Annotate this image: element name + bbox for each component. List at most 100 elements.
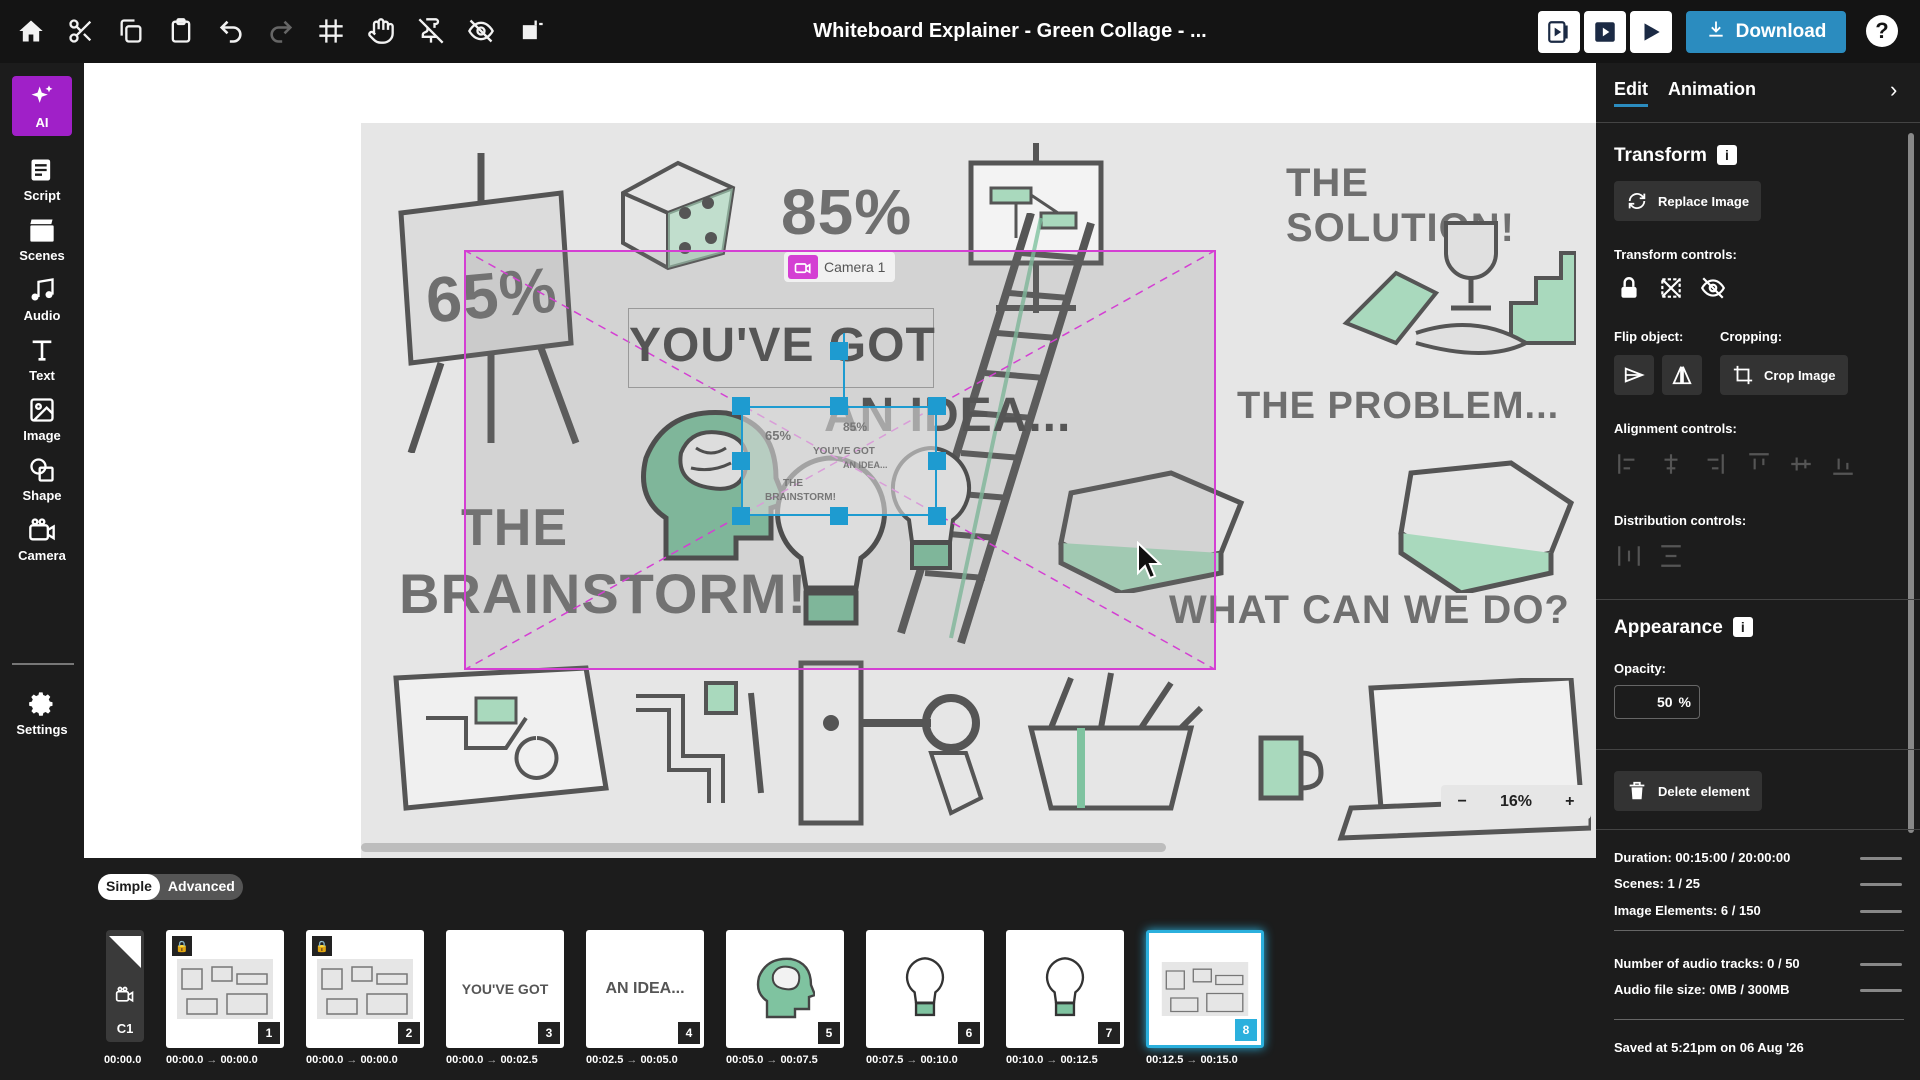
rotate-handle[interactable] [830,342,848,360]
sidebar-item-camera[interactable]: Camera [12,509,72,569]
sidebar-item-settings[interactable]: Settings [12,683,72,743]
download-label: Download [1735,21,1827,42]
trash-icon [1629,781,1645,800]
timeline-element-4[interactable]: AN IDEA... 4 [586,930,704,1048]
align-middle-vertical-icon[interactable] [1786,449,1816,479]
unpin-icon[interactable] [414,14,448,48]
resize-handle-mr[interactable] [928,452,946,470]
panel-separator [1596,599,1920,600]
document-title[interactable]: Whiteboard Explainer - Green Collage - .… [760,20,1260,43]
scissors-icon[interactable] [64,14,98,48]
crop-image-label: Crop Image [1764,367,1836,383]
sidebar-item-script[interactable]: Script [12,149,72,209]
eye-off-icon[interactable] [464,14,498,48]
timeline-element-2[interactable]: 🔒 2 [306,930,424,1048]
preview-scene-button[interactable] [1538,11,1580,53]
panel-separator [1596,829,1920,830]
tab-edit[interactable]: Edit [1614,79,1648,107]
zoom-out-button[interactable]: − [1458,793,1467,811]
camera-label[interactable]: Camera 1 [784,252,896,282]
replace-image-button[interactable]: Replace Image [1614,181,1762,221]
info-icon[interactable]: i [1716,145,1737,165]
mode-simple[interactable]: Simple [98,874,160,900]
timeline-element-3[interactable]: YOU'VE GOT 3 [446,930,564,1048]
flip-horizontal-button[interactable] [1614,355,1654,395]
home-icon[interactable] [14,14,48,48]
play-button[interactable] [1630,11,1672,53]
canvas-area[interactable]: 65% 85% THE SOLUTION! THE PROBLEM... THE… [84,63,1596,858]
resize-handle-ml[interactable] [732,452,750,470]
thumb-scene-preview [177,959,273,1019]
sidebar-item-label: Audio [23,307,61,323]
timeline-element-8[interactable]: 8 [1146,930,1264,1048]
sidebar-item-image[interactable]: Image [12,389,72,449]
sidebar-item-text[interactable]: Text [12,329,72,389]
crop-image-button[interactable]: Crop Image [1720,355,1848,395]
resize-handle-tm[interactable] [830,397,848,415]
resize-handle-bm[interactable] [830,507,848,525]
timeline-element-7[interactable]: 7 [1006,930,1124,1048]
mode-advanced[interactable]: Advanced [160,874,243,900]
flip-vertical-button[interactable] [1662,355,1702,395]
stat-bar [1860,883,1902,886]
delete-element-button[interactable]: Delete element [1614,771,1762,811]
selected-image-thumbnail: 65% 85% YOU'VE GOT AN IDEA... THE BRAINS… [743,408,935,514]
sidebar-item-ai[interactable]: AI [12,76,72,136]
sidebar-item-shape[interactable]: Shape [12,449,72,509]
align-left-icon[interactable] [1614,449,1644,479]
canvas-horizontal-scrollbar[interactable] [361,843,1166,852]
download-button[interactable]: Download [1686,11,1846,53]
zoom-in-button[interactable]: + [1565,793,1574,811]
opacity-input[interactable]: 50 % [1614,685,1700,719]
align-top-icon[interactable] [1744,449,1774,479]
camera-timeline-item[interactable]: C1 [106,930,144,1042]
info-icon[interactable]: i [1732,617,1753,637]
tab-animation[interactable]: Animation [1668,79,1756,104]
align-bottom-icon[interactable] [1828,449,1858,479]
camera-thumb-label: C1 [116,1021,134,1036]
distribute-vertical-icon[interactable] [1656,541,1686,571]
sidebar-item-scenes[interactable]: Scenes [12,209,72,269]
sidebar-item-audio[interactable]: Audio [12,269,72,329]
thumb-number: 7 [1098,1022,1120,1044]
download-icon [1706,19,1726,45]
distribute-horizontal-icon[interactable] [1614,541,1644,571]
delete-element-label: Delete element [1658,783,1750,799]
resize-handle-tr[interactable] [928,397,946,415]
thumb-timestamp: 00:05.0 → 00:07.5 [726,1054,818,1066]
grid-icon[interactable] [314,14,348,48]
play-from-here-button[interactable] [1584,11,1626,53]
canvas-text-youve-got[interactable]: YOU'VE GOT [629,318,936,373]
resize-free-icon[interactable] [1656,273,1686,303]
timeline-element-5[interactable]: 5 [726,930,844,1048]
resize-handle-tl[interactable] [732,397,750,415]
lock-icon[interactable] [1614,273,1644,303]
text-icon [32,340,52,361]
thumb-text: YOU'VE GOT [461,981,549,997]
redo-icon[interactable] [264,14,298,48]
undo-icon[interactable] [214,14,248,48]
timeline-element-6[interactable]: 6 [866,930,984,1048]
align-center-horizontal-icon[interactable] [1656,449,1686,479]
panel-scrollbar[interactable] [1908,133,1914,833]
hand-icon[interactable] [364,14,398,48]
chevron-right-icon[interactable]: › [1890,77,1897,103]
properties-panel: Edit Animation › Transform i Replace Imag… [1596,63,1920,1080]
resize-handle-bl[interactable] [732,507,750,525]
thumb-text: AN IDEA... [605,980,685,997]
copy-icon[interactable] [114,14,148,48]
align-right-icon[interactable] [1698,449,1728,479]
camera-icon [788,255,818,279]
sel-thumb-text: 85% [843,420,868,434]
help-button[interactable]: ? [1866,15,1898,47]
opacity-unit: % [1678,694,1691,710]
timeline-element-1[interactable]: 🔒 1 [166,930,284,1048]
resize-handle-br[interactable] [928,507,946,525]
left-sidebar: AI Script Scenes Audio Text Image Shape … [0,63,84,1080]
thumb-timestamp: 00:00.0 → 00:00.0 [166,1054,258,1066]
paste-icon[interactable] [164,14,198,48]
crop-canvas-icon[interactable] [514,14,548,48]
eye-off-icon[interactable] [1698,273,1728,303]
mode-toggle[interactable]: Simple Advanced [98,874,243,900]
selected-image-element[interactable]: 65% 85% YOU'VE GOT AN IDEA... THE BRAINS… [741,406,937,516]
